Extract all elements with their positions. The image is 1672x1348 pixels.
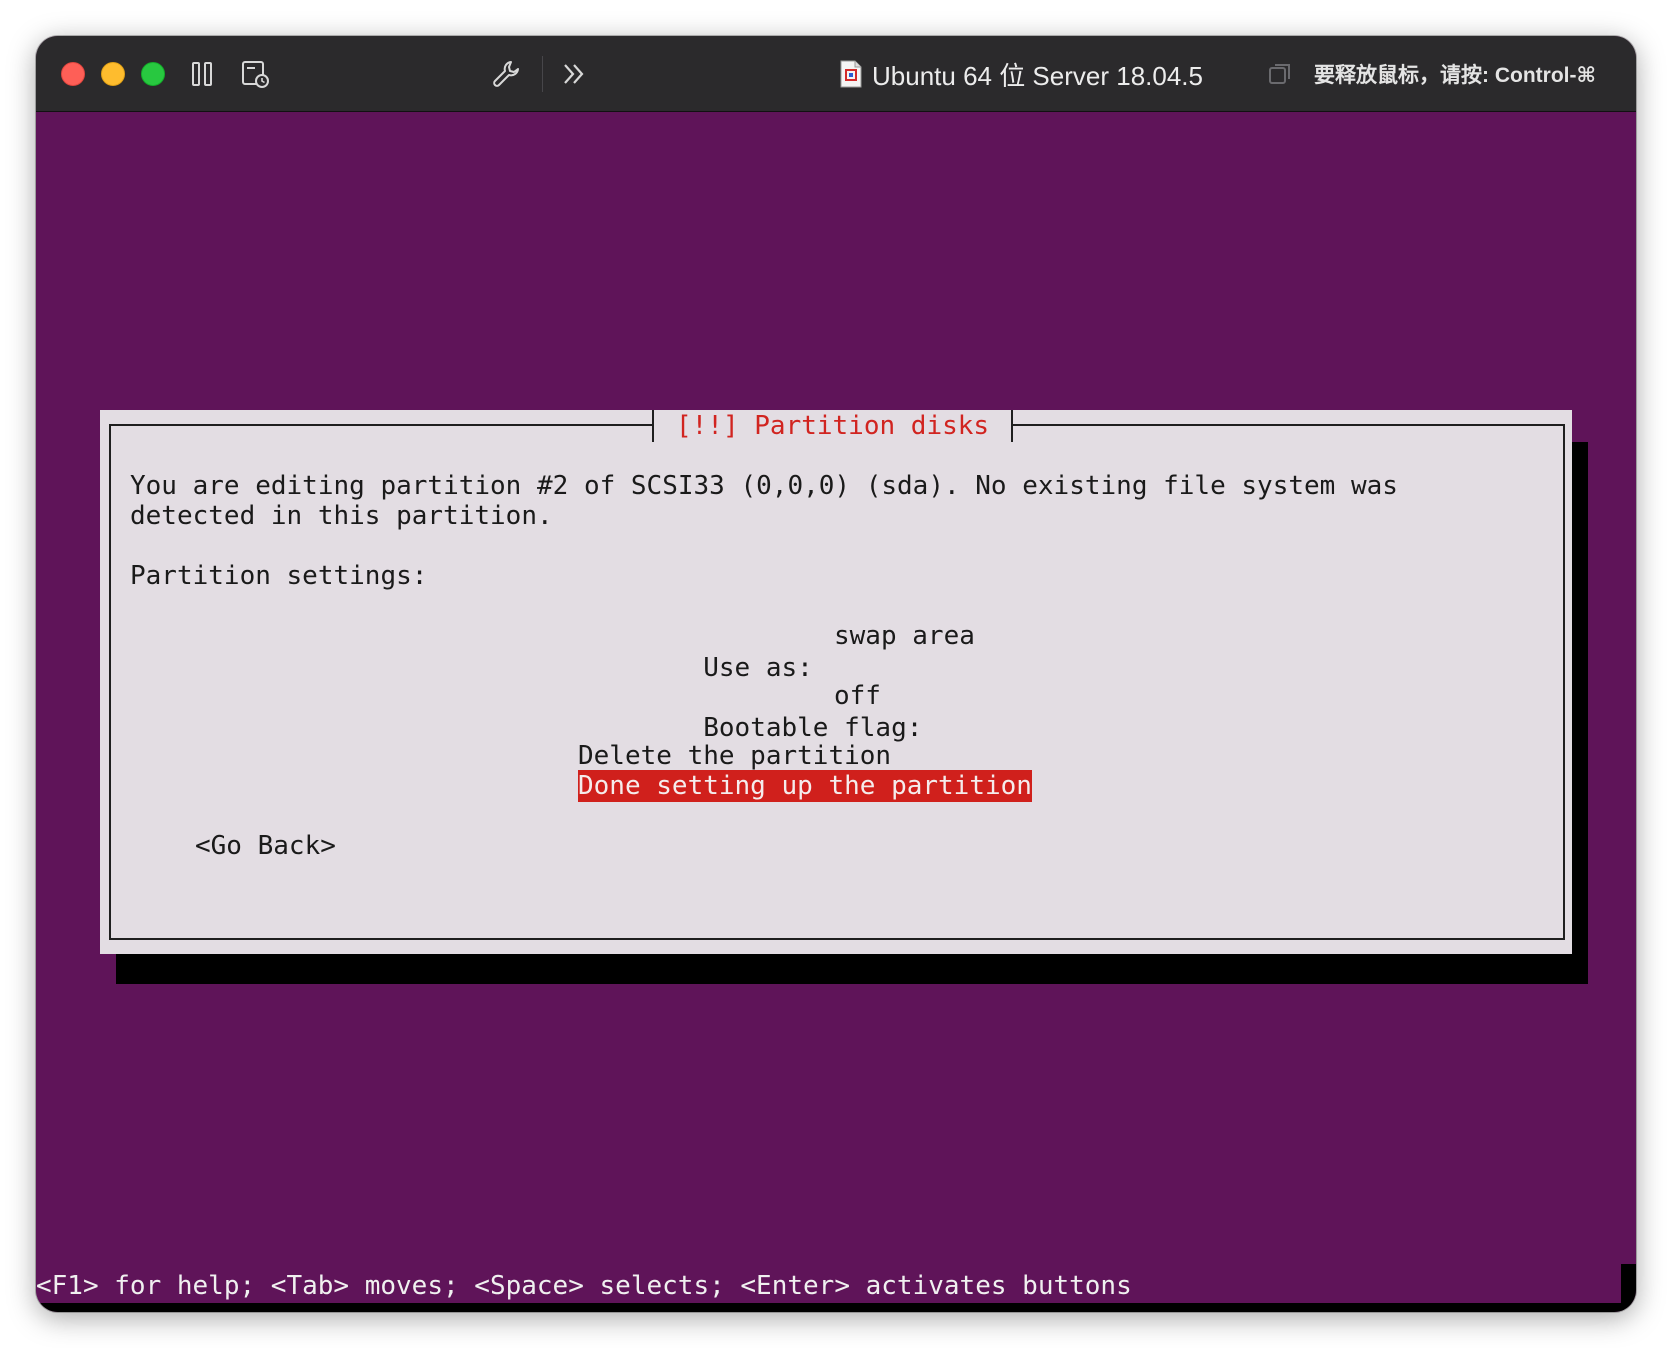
description-line-2: detected in this partition. (130, 501, 553, 531)
partition-dialog: [!!] Partition disks You are editing par… (100, 410, 1572, 954)
minimize-window-button[interactable] (101, 62, 125, 86)
help-status-bar: <F1> for help; <Tab> moves; <Space> sele… (36, 1271, 1132, 1301)
setting-use-as-label: Use as: (703, 653, 813, 683)
done-setting-up-partition-item[interactable]: Done setting up the partition (578, 770, 1032, 802)
toolbar-separator (542, 56, 543, 92)
vm-window: Ubuntu 64 位 Server 18.04.5 要释放鼠标，请按: Con… (36, 36, 1636, 1312)
setting-use-as-value[interactable]: swap area (834, 620, 975, 652)
pause-icon[interactable] (184, 56, 220, 92)
window-title: Ubuntu 64 位 Server 18.04.5 (840, 56, 1203, 92)
window-toggle-icon[interactable] (1262, 56, 1298, 92)
description-line-1: You are editing partition #2 of SCSI33 (… (130, 471, 1398, 501)
mouse-release-hint: 要释放鼠标，请按: Control-⌘ (1314, 64, 1596, 87)
maximize-window-button[interactable] (141, 62, 165, 86)
snapshot-icon[interactable] (238, 56, 274, 92)
settings-heading: Partition settings: (130, 561, 428, 591)
status-bar-bottom (36, 1303, 1636, 1312)
setting-bootable-flag-label: Bootable flag: (703, 713, 923, 743)
more-chevron-icon[interactable] (556, 56, 592, 92)
settings-wrench-icon[interactable] (488, 56, 524, 92)
setting-bootable-flag-value[interactable]: off (834, 680, 881, 712)
window-title-text: Ubuntu 64 位 Server 18.04.5 (872, 60, 1203, 91)
close-window-button[interactable] (61, 62, 85, 86)
dialog-title: [!!] Partition disks (652, 410, 1014, 442)
vm-console[interactable]: [!!] Partition disks You are editing par… (36, 113, 1636, 1312)
delete-partition-item[interactable]: Delete the partition (578, 740, 891, 772)
go-back-button[interactable]: <Go Back> (195, 830, 336, 862)
document-icon (840, 60, 862, 88)
title-bar: Ubuntu 64 位 Server 18.04.5 要释放鼠标，请按: Con… (36, 36, 1636, 112)
